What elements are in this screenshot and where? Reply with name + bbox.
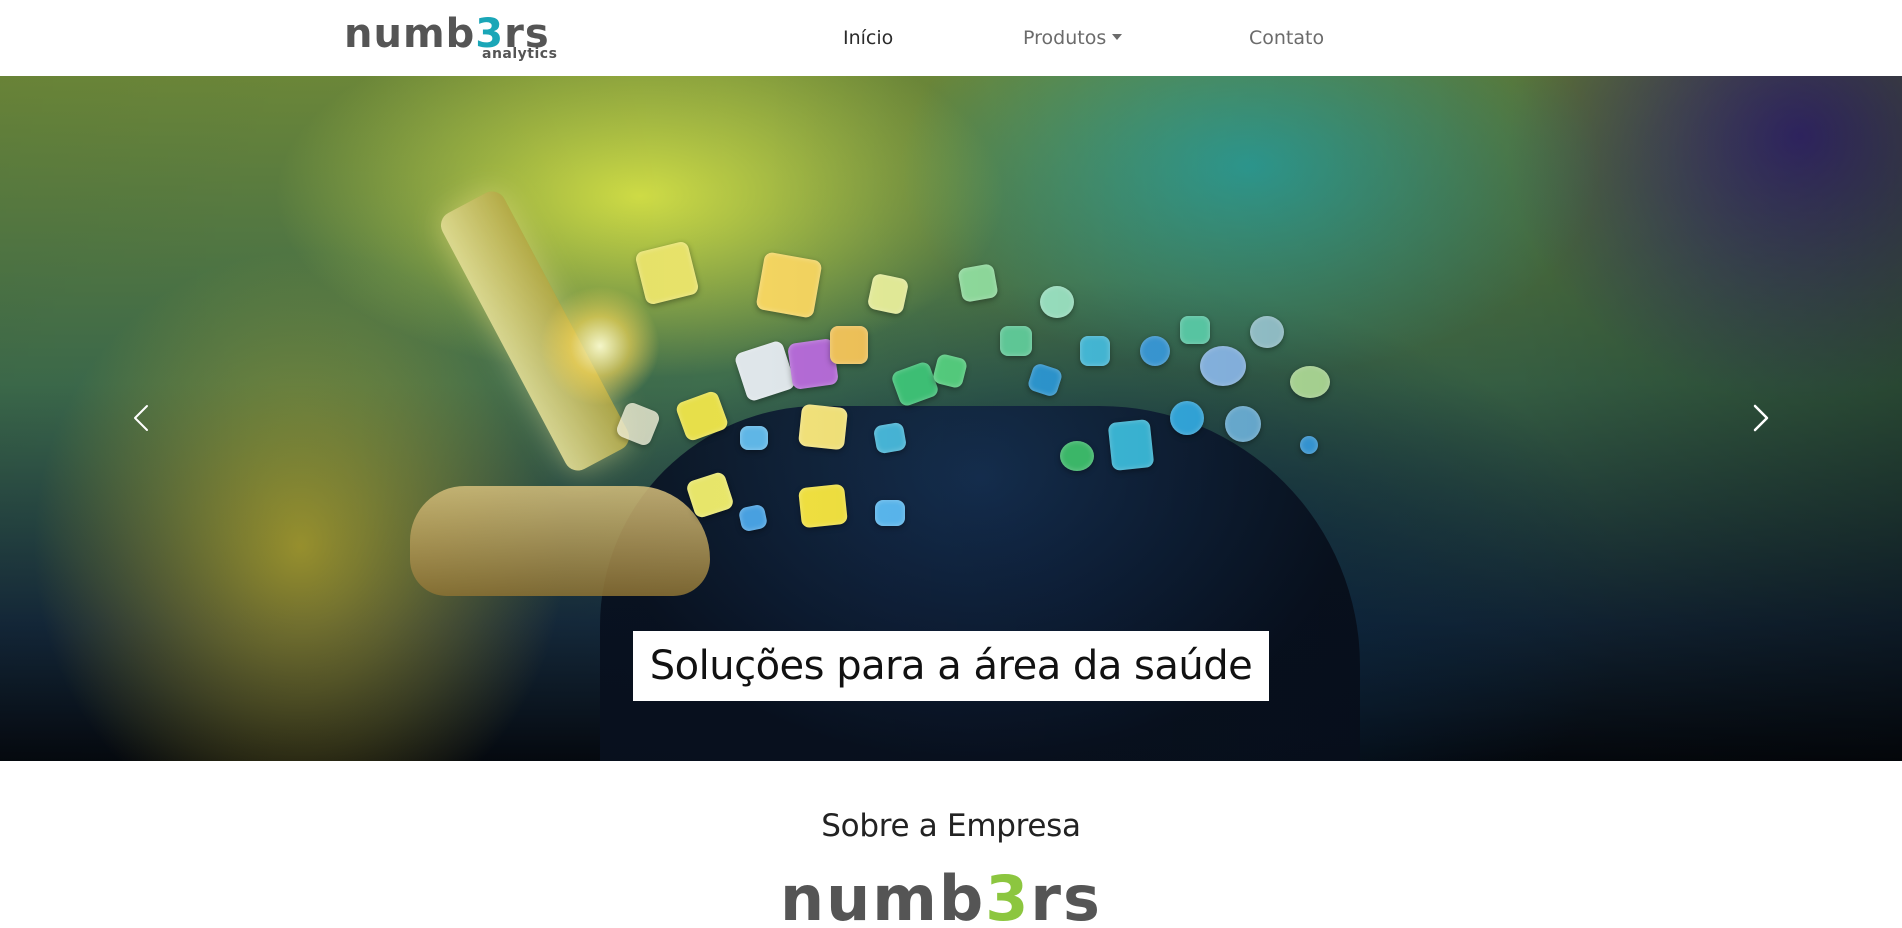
nav-link-contato[interactable]: Contato <box>1249 26 1324 50</box>
hero-carousel: Soluções para a área da saúde <box>0 76 1902 761</box>
about-section-title: Sobre a Empresa <box>821 808 1081 844</box>
nav-dropdown-produtos[interactable]: Produtos <box>1023 26 1123 50</box>
caret-down-icon <box>1112 34 1123 40</box>
chevron-left-icon <box>134 405 148 431</box>
about-company-logo: numb3rs <box>780 868 1120 928</box>
carousel-next-button[interactable] <box>1740 398 1780 438</box>
logo-subtitle: analytics <box>482 46 558 62</box>
about-logo-wordmark: numb3rs <box>780 868 1102 928</box>
top-navbar: numb3rs analytics Início Produtos Contat… <box>0 0 1902 76</box>
hero-caption-text: Soluções para a área da saúde <box>649 643 1253 689</box>
carousel-prev-button[interactable] <box>122 398 162 438</box>
chevron-right-icon <box>1753 404 1769 432</box>
brand-logo[interactable]: numb3rs analytics <box>344 14 558 64</box>
hero-caption: Soluções para a área da saúde <box>633 631 1269 701</box>
nav-produtos-label: Produtos <box>1023 27 1107 49</box>
nav-link-inicio[interactable]: Início <box>843 26 893 50</box>
